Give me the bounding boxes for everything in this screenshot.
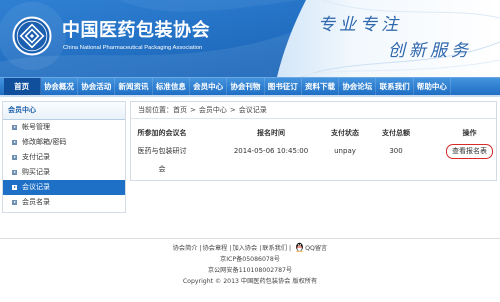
sidebar-item-meeting-records[interactable]: 会议记录 bbox=[3, 180, 125, 195]
square-bullet-icon bbox=[12, 185, 17, 190]
breadcrumb-link-home[interactable]: 首页 bbox=[173, 106, 187, 114]
column-header-registration-time: 报名时间 bbox=[257, 129, 285, 137]
nav-item-member-center[interactable]: 会员中心 bbox=[190, 78, 228, 95]
footer-separator: | bbox=[259, 245, 262, 252]
sidebar-item-account[interactable]: 帐号管理 bbox=[3, 120, 125, 135]
nav-item-standards[interactable]: 标准信息 bbox=[153, 78, 190, 95]
main-nav: 首页 协会概况 协会活动 新闻资讯 标准信息 会员中心 协会刊物 图书征订 资料… bbox=[0, 77, 500, 95]
sidebar-item-payment-records[interactable]: 支付记录 bbox=[3, 150, 125, 165]
action-cell: 查看报名表 bbox=[419, 142, 495, 178]
table-row: 医药与包装研讨会 2014-05-06 10:45:00 unpay 300 查… bbox=[133, 142, 495, 178]
sidebar-item-label: 会员名录 bbox=[22, 198, 50, 206]
nav-item-home[interactable]: 首页 bbox=[3, 78, 41, 95]
footer-link-join[interactable]: 加入协会 bbox=[232, 245, 257, 252]
nav-item-publications[interactable]: 协会刊物 bbox=[227, 78, 265, 95]
sidebar-item-label: 帐号管理 bbox=[22, 123, 50, 131]
breadcrumb-link-member-center[interactable]: 会员中心 bbox=[199, 106, 227, 114]
column-header-payment-total: 支付总额 bbox=[382, 129, 410, 137]
breadcrumb-current: 会议记录 bbox=[238, 106, 267, 114]
page: 中国医药包装协会 China National Pharmaceutical P… bbox=[0, 0, 500, 302]
sidebar-item-label: 会议记录 bbox=[22, 183, 50, 191]
copyright: Copyright © 2013 中国医药包装协会 版权所有 bbox=[182, 278, 318, 285]
footer-link-about[interactable]: 协会简介 bbox=[173, 245, 198, 252]
qq-penguin-icon[interactable] bbox=[295, 242, 304, 252]
sidebar-item-label: 购买记录 bbox=[22, 168, 50, 176]
square-bullet-icon bbox=[12, 170, 17, 175]
payment-status-cell: unpay bbox=[334, 147, 356, 155]
column-header-action: 操作 bbox=[462, 129, 477, 137]
qq-message-link[interactable]: QQ留言 bbox=[305, 245, 327, 252]
square-bullet-icon bbox=[12, 125, 17, 130]
footer-separator: | bbox=[289, 245, 292, 252]
nav-item-help[interactable]: 帮助中心 bbox=[414, 78, 452, 95]
nav-item-downloads[interactable]: 资料下载 bbox=[302, 78, 340, 95]
site-title[interactable]: 中国医药包装协会 bbox=[62, 21, 210, 41]
square-bullet-icon bbox=[12, 140, 17, 145]
footer-divider bbox=[0, 238, 500, 239]
association-logo-icon[interactable] bbox=[12, 16, 52, 56]
registration-time-cell: 2014-05-06 10:45:00 bbox=[233, 147, 309, 155]
table-header-row: 所参加的会议名 报名时间 支付状态 支付总额 操作 bbox=[133, 124, 495, 142]
sidebar-item-change-email-password[interactable]: 修改邮箱/密码 bbox=[3, 135, 125, 150]
nav-item-about[interactable]: 协会概况 bbox=[41, 78, 79, 95]
meeting-records-table: 所参加的会议名 报名时间 支付状态 支付总额 操作 医药与包装研讨会 2014-… bbox=[133, 124, 495, 178]
breadcrumb-separator: > bbox=[229, 106, 236, 114]
icp-record[interactable]: 京ICP备05086078号 bbox=[0, 254, 500, 265]
slogan-line-1: 专业专注 bbox=[318, 15, 402, 35]
footer-link-charter[interactable]: 协会章程 bbox=[203, 245, 228, 252]
breadcrumb: 当前位置：首页 > 会员中心 > 会议记录 bbox=[131, 102, 496, 119]
payment-total-cell: 300 bbox=[389, 147, 403, 155]
footer-link-contact[interactable]: 联系我们 bbox=[262, 245, 287, 252]
sidebar-title: 会员中心 bbox=[3, 102, 125, 120]
site-footer: 协会简介 |协会章程 |加入协会 |联系我们 | QQ留言 京ICP备05086078号… bbox=[0, 242, 500, 287]
police-record[interactable]: 京公网安备110108002787号 bbox=[0, 265, 500, 276]
column-header-meeting-name: 所参加的会议名 bbox=[137, 129, 187, 137]
content-panel: 当前位置：首页 > 会员中心 > 会议记录 所参加的会议名 报名时间 支付状态 支付总额… bbox=[130, 101, 497, 181]
nav-divider bbox=[0, 95, 500, 97]
slogan-line-2: 创新服务 bbox=[388, 41, 472, 61]
site-header: 中国医药包装协会 China National Pharmaceutical P… bbox=[0, 0, 500, 77]
sidebar-item-label: 修改邮箱/密码 bbox=[22, 138, 67, 146]
nav-item-forum[interactable]: 协会论坛 bbox=[339, 78, 377, 95]
nav-item-news[interactable]: 新闻资讯 bbox=[115, 78, 153, 95]
sidebar-item-member-directory[interactable]: 会员名录 bbox=[3, 195, 125, 210]
nav-item-book-orders[interactable]: 图书征订 bbox=[265, 78, 302, 95]
meeting-name-cell: 医药与包装研讨会 bbox=[137, 147, 187, 173]
sidebar: 会员中心 帐号管理 修改邮箱/密码 支付记录 购买记录 会议记录 会员名录 bbox=[2, 101, 126, 213]
nav-item-activities[interactable]: 协会活动 bbox=[78, 78, 116, 95]
sidebar-item-label: 支付记录 bbox=[22, 153, 50, 161]
column-header-payment-status: 支付状态 bbox=[331, 129, 359, 137]
breadcrumb-label: 当前位置： bbox=[138, 106, 173, 114]
sidebar-item-purchase-records[interactable]: 购买记录 bbox=[3, 165, 125, 180]
footer-separator: | bbox=[199, 245, 202, 252]
square-bullet-icon bbox=[12, 155, 17, 160]
footer-links: 协会简介 |协会章程 |加入协会 |联系我们 | QQ留言 bbox=[0, 242, 500, 254]
square-bullet-icon bbox=[12, 200, 17, 205]
site-subtitle: China National Pharmaceutical Packaging … bbox=[63, 45, 203, 51]
view-registration-form-button[interactable]: 查看报名表 bbox=[446, 143, 493, 159]
breadcrumb-separator: > bbox=[190, 106, 196, 114]
sidebar-menu: 帐号管理 修改邮箱/密码 支付记录 购买记录 会议记录 会员名录 bbox=[3, 120, 125, 210]
nav-item-contact[interactable]: 联系我们 bbox=[376, 78, 414, 95]
